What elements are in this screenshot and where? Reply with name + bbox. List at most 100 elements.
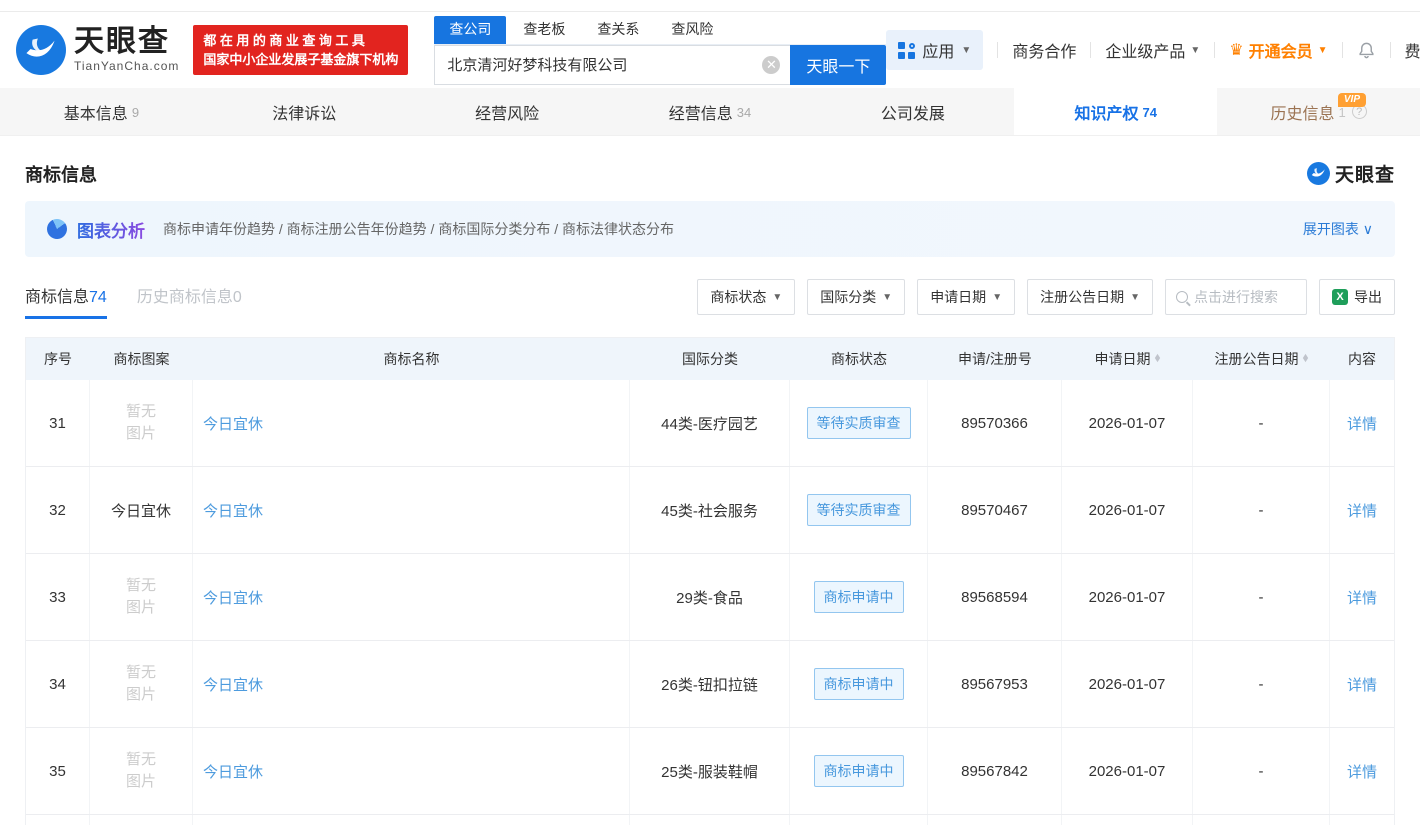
trademark-image: 暂无图片 [125,751,156,790]
cell-announce-date: - [1193,641,1330,727]
search-tab-boss[interactable]: 查老板 [508,16,580,44]
cell-reg-no: 89570366 [928,380,1062,466]
col-status: 商标状态 [831,351,887,367]
trademark-image: 暂无图片 [125,577,156,616]
tab-label: 法律诉讼 [272,105,337,123]
cell-no: 32 [26,467,90,553]
trademark-name-link[interactable]: 今日宜休 [203,413,263,434]
filter-trademark-status[interactable]: 商标状态 ▼ [697,279,796,315]
tab-history-info[interactable]: VIP 历史信息 1 ? [1217,88,1420,135]
trademark-name-link[interactable]: 今日宜休 [203,761,263,782]
table-row: 33 暂无图片 今日宜休 29类-食品 商标申请中 89568594 2026-… [26,554,1394,641]
filter-apply-date[interactable]: 申请日期 ▼ [917,279,1016,315]
tab-company-development[interactable]: 公司发展 [811,88,1014,135]
cell-intl-class: 45类-社会服务 [630,467,790,553]
cell-apply-date: 2026-01-07 [1062,554,1193,640]
detail-link[interactable]: 详情 [1347,587,1377,608]
detail-link[interactable]: 详情 [1347,761,1377,782]
divider [1214,42,1216,58]
cell-no: 33 [26,554,90,640]
status-badge: 商标申请中 [813,755,904,787]
tab-operation-info[interactable]: 经营信息 34 [609,88,812,135]
trademark-name-link[interactable]: 今日宜休 [203,674,263,695]
caret-down-icon: ▼ [1130,291,1140,303]
sort-icon[interactable]: ▲ ▼ [1300,353,1309,364]
tab-legal-litigation[interactable]: 法律诉讼 [203,88,406,135]
watermark-brand: 天眼查 [1334,165,1395,186]
detail-link[interactable]: 详情 [1347,500,1377,521]
col-reg-no: 申请/注册号 [958,351,1032,367]
search-button[interactable]: 天眼一下 [790,44,887,85]
pie-chart-icon [43,215,71,243]
cell-announce-date: - [1193,728,1330,814]
tab-operation-risk[interactable]: 经营风险 [406,88,609,135]
user-menu[interactable]: 费米 ▼ [1405,38,1420,62]
status-badge: 商标申请中 [813,668,904,700]
export-button[interactable]: X 导出 [1319,279,1395,315]
nav-open-vip[interactable]: ♛ 开通会员 ▼ [1229,38,1327,62]
search-tab-risk[interactable]: 查风险 [656,16,728,44]
col-apply-date[interactable]: 申请日期 ▲ ▼ [1062,338,1193,380]
tab-label: 知识产权 [1074,105,1139,123]
filter-announce-date[interactable]: 注册公告日期 ▼ [1027,279,1153,315]
cell-intl-class: 25类-服装鞋帽 [630,728,790,814]
nav-enterprise[interactable]: 企业级产品 ▼ [1105,38,1200,62]
top-strip [0,0,1420,12]
apps-grid-icon [898,41,916,59]
table-body: 31 暂无图片 今日宜休 44类-医疗园艺 等待实质审查 89570366 20… [26,380,1394,825]
divider [1090,42,1092,58]
list-tab-count: 74 [89,289,107,306]
sort-icon[interactable]: ▲ ▼ [1152,353,1161,364]
col-announce-date[interactable]: 注册公告日期 ▲ ▼ [1193,338,1330,380]
col-image: 商标图案 [113,351,170,367]
table-search-input[interactable]: 点击进行搜索 [1165,279,1307,315]
tab-label: 经营信息 [668,105,733,123]
tianyancha-logo[interactable]: 天眼查 TianYanCha.com [16,25,179,75]
cell-intl-class: 26类-钮扣拉链 [630,641,790,727]
cell-no: 34 [26,641,90,727]
chart-analysis-bar: 图表分析 商标申请年份趋势 / 商标注册公告年份趋势 / 商标国际分类分布 / … [25,201,1395,257]
tab-basic-info[interactable]: 基本信息 9 [0,88,203,135]
expand-charts-link[interactable]: 展开图表 ∨ [1303,219,1373,239]
crown-icon: ♛ [1229,42,1244,59]
list-tab-label: 商标信息 [25,289,90,306]
trademark-image: 今日宜休 [110,502,171,520]
apps-menu[interactable]: 应用 ▼ [886,30,984,70]
filter-intl-class[interactable]: 国际分类 ▼ [807,279,906,315]
nav-cooperation[interactable]: 商务合作 [1012,38,1076,62]
brand-domain: TianYanCha.com [74,59,180,73]
search-tabs: 查公司 查老板 查关系 查风险 [434,15,887,45]
company-nav-tabs: 基本信息 9 法律诉讼 经营风险 经营信息 34 公司发展 知识产权 74 VI… [0,88,1420,136]
cell-announce-date: - [1193,467,1330,553]
trademark-name-link[interactable]: 今日宜休 [203,500,263,521]
tab-label: 基本信息 [63,105,128,123]
tab-intellectual-property[interactable]: 知识产权 74 [1014,88,1218,135]
trademark-table: 序号 商标图案 商标名称 国际分类 商标状态 申请/注册号 申请日期 ▲ ▼ 注册公… [25,337,1395,825]
table-row: 31 暂无图片 今日宜休 44类-医疗园艺 等待实质审查 89570366 20… [26,380,1394,467]
cell-apply-date: 2026-01-07 [1062,380,1193,466]
detail-link[interactable]: 详情 [1347,413,1377,434]
search-tab-company[interactable]: 查公司 [434,15,507,44]
notification-bell-icon[interactable] [1357,41,1376,60]
list-tab-history-trademarks[interactable]: 历史商标信息0 [137,283,242,319]
caret-down-icon: ▼ [1317,44,1328,56]
cell-reg-no: 89567842 [928,728,1062,814]
search-input[interactable] [434,44,791,85]
header: 天眼查 TianYanCha.com 都在用的商业查询工具 国家中小企业发展子基… [0,12,1420,88]
promo-line2: 国家中小企业发展子基金旗下机构 [203,52,399,67]
cell-announce-date [1193,815,1330,825]
cell-intl-class: 44类-医疗园艺 [630,380,790,466]
clear-search-icon[interactable]: ✕ [762,55,781,74]
tianyancha-logo-icon [16,25,66,75]
list-tab-label: 历史商标信息 [136,289,233,306]
list-tab-trademarks[interactable]: 商标信息74 [25,283,107,319]
trademark-name-link[interactable]: 今日宜休 [203,587,263,608]
detail-link[interactable]: 详情 [1347,674,1377,695]
search-icon [1176,291,1188,303]
search-placeholder: 点击进行搜索 [1194,289,1278,305]
cell-no: 35 [26,728,90,814]
filter-label: 国际分类 [820,289,877,305]
cell-apply-date: 2026-01-07 [1062,728,1193,814]
search-tab-relation[interactable]: 查关系 [582,16,654,44]
cell-no [26,815,90,825]
